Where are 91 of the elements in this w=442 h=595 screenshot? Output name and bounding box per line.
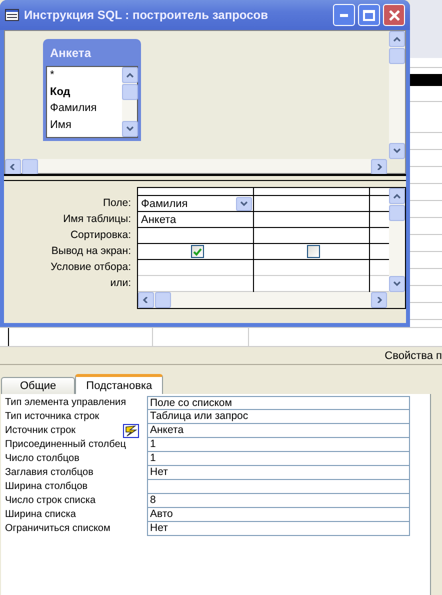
scroll-down-button[interactable]: [389, 276, 405, 292]
row-label: Имя таблицы:: [62, 212, 131, 227]
property-value: Поле со списком: [150, 397, 232, 409]
table-title: Анкета: [49, 44, 92, 62]
property-value: Нет: [150, 466, 168, 478]
chevron-down-icon: [126, 126, 134, 132]
lightning-icon: [124, 424, 138, 438]
field-list-item[interactable]: Имя: [50, 116, 122, 133]
row-label: Вывод на экран:: [50, 244, 131, 259]
chevron-down-icon: [393, 148, 401, 154]
show-cell[interactable]: [138, 244, 253, 260]
property-name: Ширина столбцов: [5, 480, 89, 494]
property-name: Заглавия столбцов: [5, 466, 94, 480]
properties-title: Свойства п: [384, 350, 442, 362]
property-value: Нет: [150, 522, 168, 534]
property-name: Тип элемента управления: [5, 396, 128, 410]
scroll-left-button[interactable]: [5, 159, 21, 175]
property-name: Число строк списка: [5, 494, 97, 508]
selected-row-bar: [410, 74, 442, 86]
property-value-field[interactable]: Нет: [147, 522, 410, 536]
scroll-up-button[interactable]: [389, 31, 405, 47]
close-button[interactable]: [383, 4, 405, 26]
property-name: Ограничиться списком: [5, 522, 112, 536]
scroll-thumb[interactable]: [389, 205, 405, 221]
chevron-left-icon: [142, 297, 150, 303]
close-icon: [388, 10, 400, 20]
chevron-right-icon: [375, 297, 383, 303]
property-value: Авто: [150, 508, 173, 520]
scroll-thumb[interactable]: [389, 48, 405, 64]
property-value-field[interactable]: 1: [147, 438, 410, 452]
table-box[interactable]: Анкета * Код Фамилия Имя: [43, 39, 141, 141]
property-value-field[interactable]: Таблица или запрос: [147, 410, 410, 424]
field-cell[interactable]: Фамилия: [138, 196, 253, 212]
minimize-icon: [340, 14, 348, 16]
scrollbar-corner: [387, 292, 405, 308]
property-value-field[interactable]: 8: [147, 494, 410, 508]
scroll-down-button[interactable]: [122, 121, 138, 137]
row-label: Сортировка:: [69, 228, 131, 243]
builder-button[interactable]: [123, 424, 139, 438]
chevron-up-icon: [126, 72, 134, 78]
show-cell[interactable]: [254, 244, 369, 260]
property-name: Источник строк: [5, 424, 77, 438]
scroll-down-button[interactable]: [389, 143, 405, 159]
table-cell[interactable]: Анкета: [138, 212, 253, 228]
dropdown-button[interactable]: [236, 196, 252, 210]
property-name: Тип источника строк: [5, 410, 100, 424]
property-name: Ширина списка: [5, 508, 77, 522]
minimize-button[interactable]: [333, 4, 355, 26]
chevron-up-icon: [393, 193, 401, 199]
tab[interactable]: Общие: [1, 377, 76, 394]
property-name: Присоединенный столбец: [5, 438, 128, 452]
property-value: 1: [150, 438, 156, 450]
field-name: Фамилия: [141, 198, 189, 210]
property-value-field[interactable]: [147, 480, 410, 494]
chevron-down-icon: [393, 281, 401, 287]
maximize-button[interactable]: [358, 4, 380, 26]
property-value: Анкета: [150, 424, 184, 436]
scroll-up-button[interactable]: [122, 67, 138, 83]
scroll-thumb[interactable]: [122, 84, 138, 100]
chevron-up-icon: [393, 36, 401, 42]
field-list-item[interactable]: Код: [50, 84, 122, 100]
pane-splitter[interactable]: [4, 174, 406, 181]
property-value-field[interactable]: Нет: [147, 466, 410, 480]
chevron-down-icon: [240, 200, 248, 206]
row-label: или:: [109, 276, 131, 291]
chevron-left-icon: [9, 164, 17, 170]
property-value-field[interactable]: Авто: [147, 508, 410, 522]
property-value-field[interactable]: Поле со списком: [147, 396, 410, 410]
scroll-up-button[interactable]: [389, 188, 405, 204]
property-name: Число столбцов: [5, 452, 80, 466]
row-label: Поле:: [102, 196, 131, 211]
chevron-right-icon: [375, 164, 383, 170]
property-value: Таблица или запрос: [150, 410, 248, 422]
window-title: Инструкция SQL : построитель запросов: [24, 8, 268, 22]
property-value: 1: [150, 452, 156, 464]
scroll-right-button[interactable]: [371, 159, 387, 175]
row-label: Условие отбора:: [50, 260, 131, 275]
scroll-thumb[interactable]: [155, 292, 171, 308]
field-list-item[interactable]: *: [50, 67, 122, 84]
property-value-field[interactable]: 1: [147, 452, 410, 466]
maximize-icon: [363, 10, 375, 20]
scroll-thumb[interactable]: [22, 159, 38, 175]
property-value: 8: [150, 494, 156, 506]
checkmark-icon: [192, 248, 202, 256]
table-name: Анкета: [141, 214, 178, 226]
checkbox[interactable]: [190, 245, 204, 258]
checkbox[interactable]: [306, 245, 320, 258]
window-icon: [5, 9, 19, 21]
field-list-item[interactable]: Фамилия: [50, 100, 122, 116]
property-value-field[interactable]: Анкета: [147, 424, 410, 438]
tab[interactable]: Подстановка: [75, 374, 164, 394]
